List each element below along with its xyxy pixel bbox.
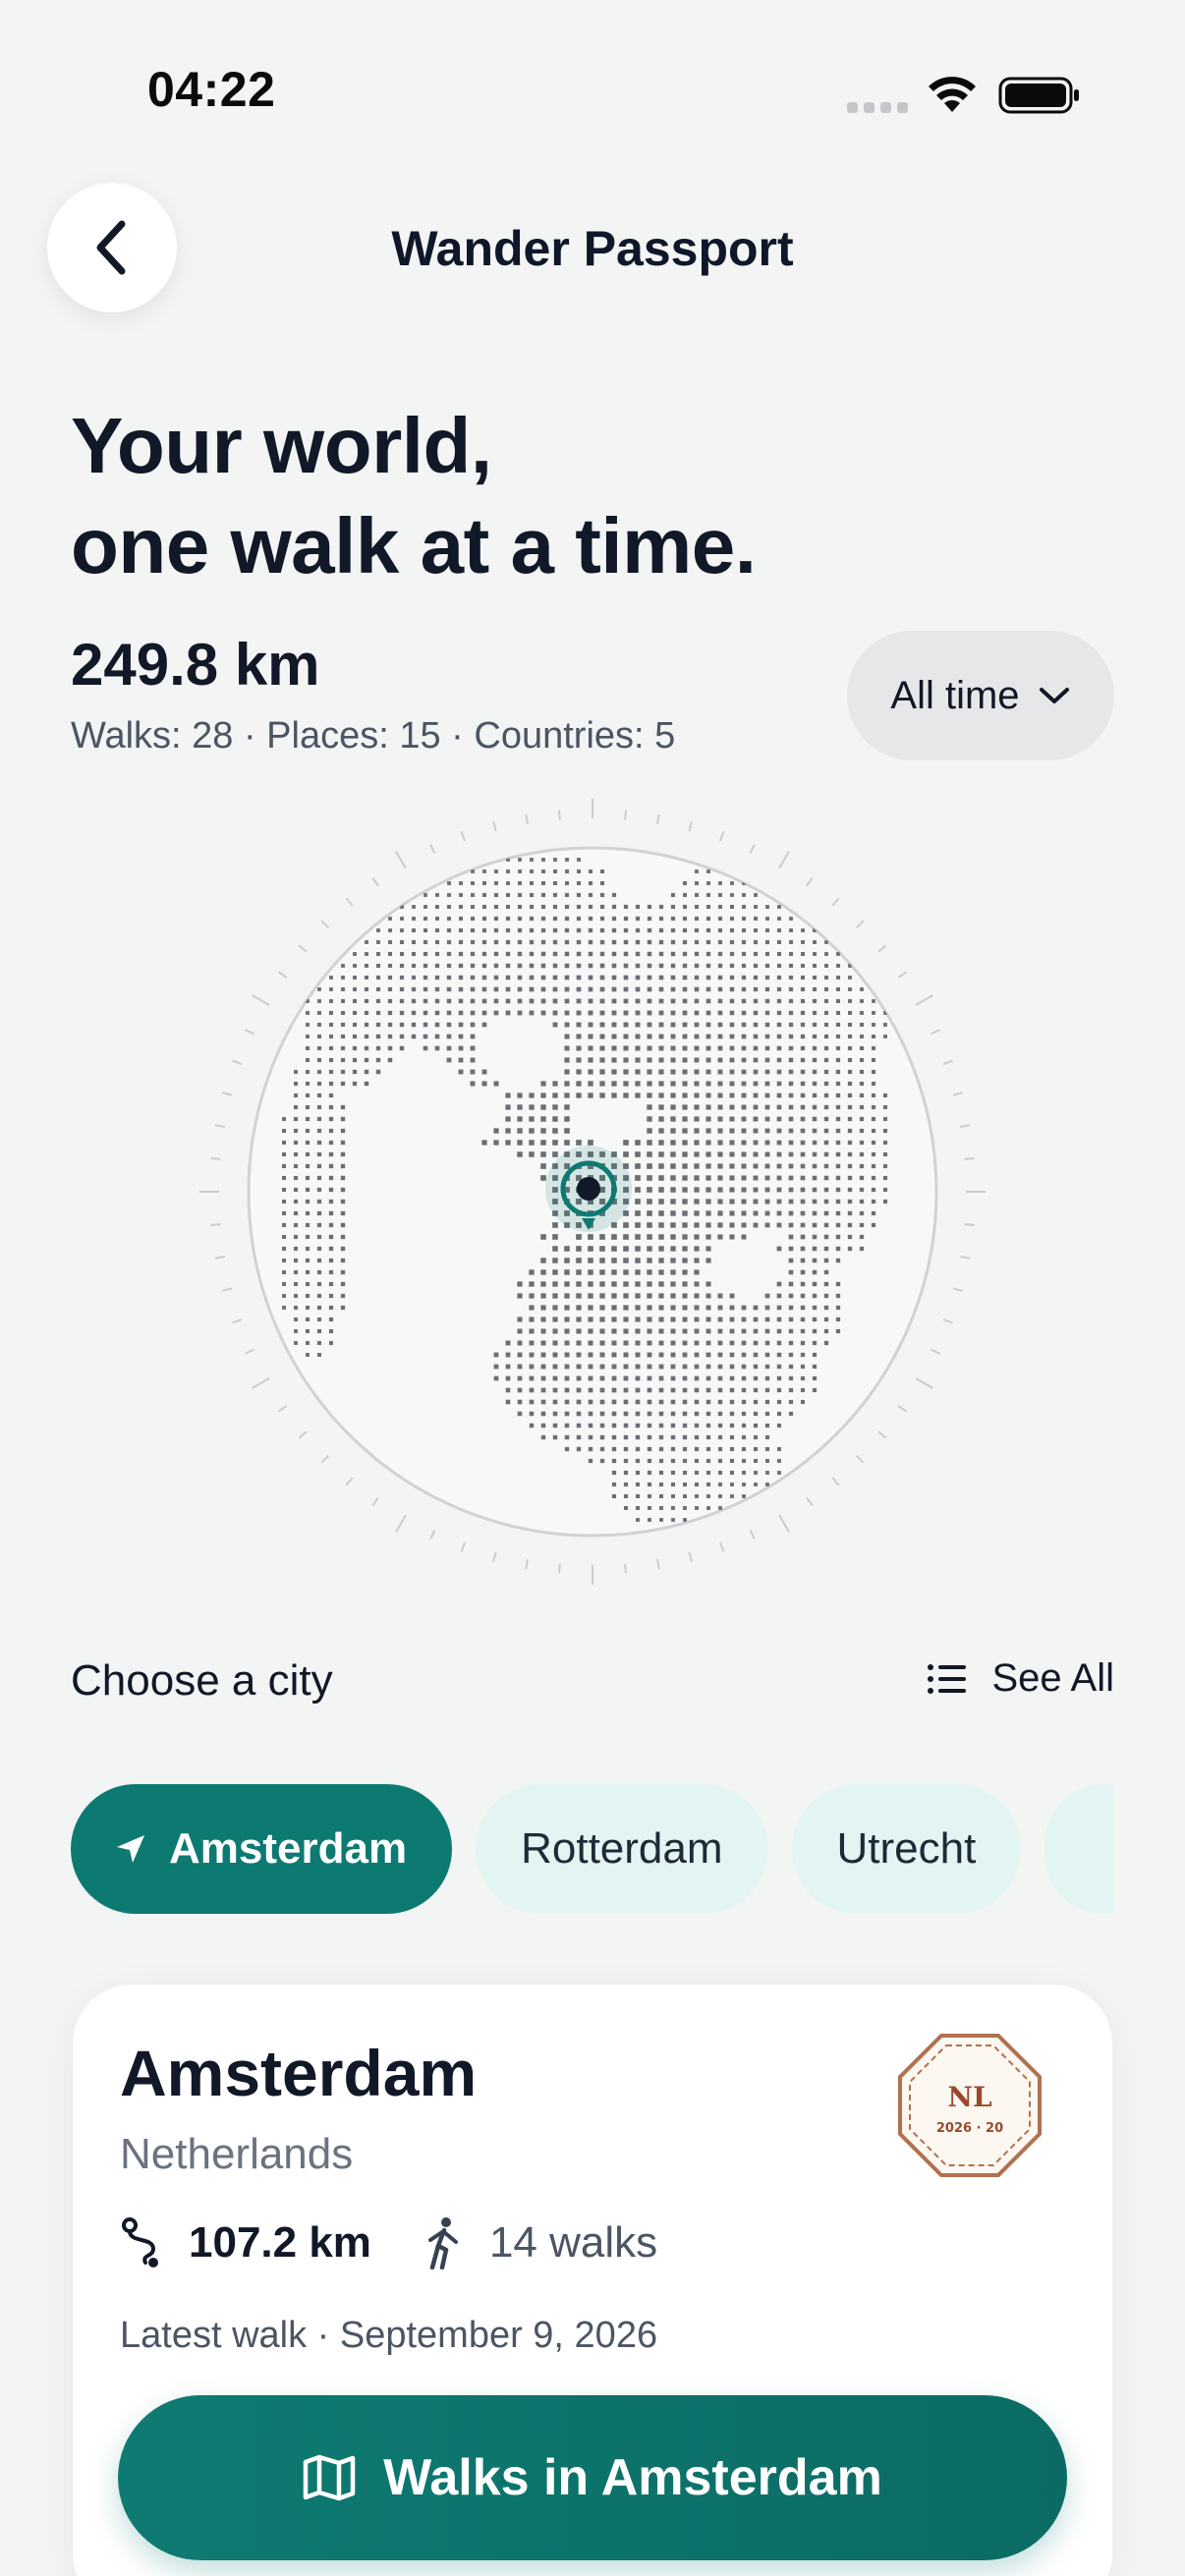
choose-city-heading: Choose a city — [71, 1656, 333, 1705]
city-card: Amsterdam Netherlands NL 2026 · 20 107.2… — [73, 1985, 1112, 2576]
city-chip-label: Utrecht — [836, 1824, 977, 1873]
cellular-dots-icon — [847, 102, 908, 114]
map-icon — [303, 2454, 356, 2501]
card-country-name: Netherlands — [120, 2130, 354, 2178]
navigation-arrow-icon — [117, 1835, 144, 1863]
wifi-icon — [929, 77, 976, 112]
route-icon — [122, 2217, 158, 2268]
card-walk-count: 14 walks — [488, 2218, 658, 2267]
screen: 04:22 Wander Passport Your world, one wa… — [0, 0, 1185, 2576]
walks-in-city-button[interactable]: Walks in Amsterdam — [118, 2395, 1067, 2560]
walks-button-label: Walks in Amsterdam — [383, 2449, 882, 2506]
stamp-text: NL — [947, 2081, 992, 2113]
globe-map-icon[interactable] — [197, 796, 988, 1588]
battery-icon — [998, 77, 1079, 114]
see-all-button[interactable]: See All — [927, 1656, 1114, 1701]
location-pin-icon[interactable] — [545, 1146, 632, 1232]
city-chip-utrecht[interactable]: Utrecht — [791, 1784, 1022, 1914]
city-chip-list[interactable]: Amsterdam Rotterdam Utrecht — [71, 1784, 1114, 1914]
stamp-subtext: 2026 · 20 — [936, 2121, 1003, 2136]
stats-summary: Walks: 28 · Places: 15 · Countries: 5 — [71, 715, 676, 756]
walking-person-icon — [427, 2217, 458, 2269]
passport-stamp-icon: NL 2026 · 20 — [898, 2034, 1042, 2177]
list-icon — [928, 1663, 967, 1694]
card-stats: 107.2 km 14 walks — [120, 2216, 657, 2269]
total-distance: 249.8 km — [71, 632, 320, 698]
period-label: All time — [890, 673, 1020, 717]
status-time: 04:22 — [147, 62, 276, 117]
hero-headline-line-1: Your world, — [71, 402, 492, 489]
card-distance: 107.2 km — [189, 2218, 371, 2267]
city-chip-rotterdam[interactable]: Rotterdam — [476, 1784, 768, 1914]
see-all-label: See All — [991, 1656, 1114, 1700]
period-dropdown[interactable]: All time — [847, 631, 1114, 760]
hero-headline-line-2: one walk at a time. — [71, 502, 757, 589]
latest-walk-date: Latest walk · September 9, 2026 — [120, 2315, 658, 2356]
city-chip-label: Rotterdam — [521, 1824, 723, 1873]
city-chip-label: Amsterdam — [169, 1824, 408, 1873]
page-title: Wander Passport — [391, 221, 794, 276]
city-chip-amsterdam[interactable]: Amsterdam — [71, 1784, 453, 1914]
chevron-down-icon — [1039, 688, 1069, 703]
card-city-name: Amsterdam — [120, 2037, 478, 2109]
city-chip-partial[interactable] — [1044, 1784, 1114, 1914]
